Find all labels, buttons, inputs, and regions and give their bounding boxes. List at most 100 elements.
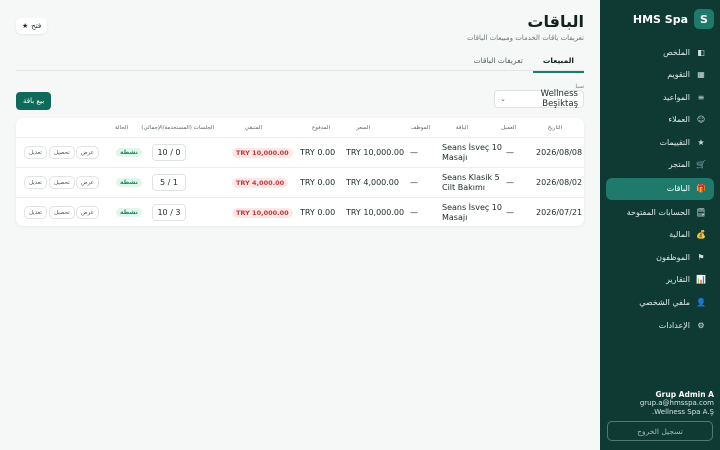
row-date: 2026/08/08 bbox=[536, 148, 583, 157]
sidebar-item-open-accounts[interactable]: 🗒 الحسابات المفتوحة bbox=[606, 202, 714, 222]
main-content: ★ فتح الباقات تعريفات باقات الخدمات ومبي… bbox=[0, 0, 600, 450]
sell-package-button[interactable]: بيع باقة bbox=[16, 92, 52, 110]
sessions-stepper[interactable]: 10 / 0 bbox=[152, 144, 186, 161]
sales-table: التاريخ العميل الباقة الموظف السعر المدف… bbox=[16, 118, 584, 226]
row-customer: — bbox=[506, 178, 514, 187]
row-package: Seans İsveç 10 Masajı bbox=[442, 143, 502, 163]
sidebar: S HMS Spa ◧ الملخص ▦ التقويم ≡ المواعيد ☺ ال… bbox=[600, 0, 720, 450]
row-date: 2026/07/21 bbox=[536, 208, 583, 217]
sidebar-item-label: التقارير bbox=[665, 275, 690, 285]
sidebar-item-overview[interactable]: ◧ الملخص bbox=[606, 42, 714, 62]
sidebar-item-label: المتجر bbox=[668, 160, 690, 170]
row-paid: TRY 0.00 bbox=[300, 208, 336, 217]
row-price: TRY 10,000.00 bbox=[346, 148, 405, 157]
sidebar-item-profile[interactable]: 👤 ملفي الشخصي bbox=[606, 293, 714, 313]
row-remaining-badge: TRY 10,000.00 bbox=[232, 148, 293, 158]
logout-button[interactable]: تسجيل الخروج bbox=[607, 421, 713, 441]
branch-select-value: Wellness Beşiktaş bbox=[540, 89, 578, 109]
user-company: Wellness Spa A.Ş. bbox=[652, 408, 714, 416]
row-staff: — bbox=[410, 148, 418, 157]
collect-button[interactable]: تحصيل bbox=[49, 146, 75, 159]
table-row: 2026/08/02 — Seans Klasik 5 Cilt Bakımı … bbox=[16, 167, 584, 197]
header-price: السعر bbox=[356, 125, 370, 131]
sidebar-item-reviews[interactable]: ★ التقييمات bbox=[606, 132, 714, 152]
header-paid: المدفوع bbox=[311, 125, 330, 131]
edit-button[interactable]: تعديل bbox=[24, 176, 47, 189]
status-badge: نشطة bbox=[116, 208, 142, 217]
user-name: Grup Admin A bbox=[655, 390, 715, 399]
money-bag-icon: 💰 bbox=[696, 230, 706, 240]
header-staff: الموظف bbox=[410, 125, 430, 131]
branch-select[interactable]: Wellness Beşiktaş ⌄ bbox=[494, 89, 584, 109]
user-info: Grup Admin A grup.a@hmsspa.com Wellness … bbox=[606, 390, 714, 417]
page-title: الباقات bbox=[527, 12, 584, 31]
header-package: الباقة bbox=[455, 125, 468, 131]
row-staff: — bbox=[410, 208, 418, 217]
row-price: TRY 4,000.00 bbox=[346, 178, 399, 187]
sidebar-item-label: المالية bbox=[669, 230, 690, 240]
sidebar-item-label: الموظفون bbox=[656, 252, 690, 262]
chevron-down-icon: ⌄ bbox=[500, 95, 506, 103]
view-button[interactable]: عرض bbox=[76, 206, 99, 219]
sidebar-item-packages[interactable]: 🎁 الباقات bbox=[606, 177, 714, 200]
sidebar-item-label: المواعيد bbox=[662, 92, 690, 102]
row-package-line2: Cilt Bakımı bbox=[442, 183, 485, 192]
collect-button[interactable]: تحصيل bbox=[49, 206, 75, 219]
row-package-line1: Seans İsveç 10 bbox=[442, 143, 502, 152]
sidebar-item-label: الإعدادات bbox=[658, 320, 690, 330]
sidebar-item-label: ملفي الشخصي bbox=[639, 298, 690, 308]
row-paid: TRY 0.00 bbox=[300, 148, 336, 157]
status-badge: نشطة bbox=[116, 148, 142, 157]
gear-icon: ⚙ bbox=[697, 320, 705, 330]
star-icon: ★ bbox=[697, 137, 705, 147]
sidebar-item-label: العملاء bbox=[668, 115, 690, 125]
open-button-label: فتح bbox=[31, 22, 42, 30]
sidebar-item-store[interactable]: 🛒 المتجر bbox=[606, 155, 714, 175]
header-status: الحالة bbox=[114, 125, 128, 131]
sidebar-item-calendar[interactable]: ▦ التقويم bbox=[606, 65, 714, 85]
collect-button[interactable]: تحصيل bbox=[49, 176, 75, 189]
row-package: Seans Klasik 5 Cilt Bakımı bbox=[442, 173, 500, 193]
tabs-divider bbox=[16, 70, 584, 71]
brand: S HMS Spa bbox=[600, 0, 720, 38]
sidebar-item-customers[interactable]: ☺ العملاء bbox=[606, 110, 714, 130]
sidebar-item-label: الحسابات المفتوحة bbox=[626, 207, 690, 217]
view-button[interactable]: عرض bbox=[76, 146, 99, 159]
page-subtitle: تعريفات باقات الخدمات ومبيعات الباقات bbox=[466, 34, 584, 42]
user-circle-icon: ☺ bbox=[696, 115, 706, 125]
row-package-line2: Masajı bbox=[442, 153, 468, 162]
dashboard-icon: ◧ bbox=[697, 47, 705, 57]
row-remaining-badge: TRY 10,000.00 bbox=[232, 208, 293, 218]
sidebar-item-label: التقييمات bbox=[659, 137, 690, 147]
status-badge: نشطة bbox=[116, 178, 142, 187]
header-sessions: الجلسات (المستخدمة/الإجمالي) bbox=[141, 125, 214, 131]
sessions-stepper[interactable]: 10 / 3 bbox=[152, 204, 186, 221]
header-date: التاريخ bbox=[547, 125, 562, 131]
table-row: 2026/08/08 — Seans İsveç 10 Masajı — TRY… bbox=[16, 137, 584, 167]
edit-button[interactable]: تعديل bbox=[24, 206, 47, 219]
sidebar-item-reports[interactable]: 📊 التقارير bbox=[606, 270, 714, 290]
star-icon: ★ bbox=[22, 22, 29, 30]
user-email: grup.a@hmsspa.com bbox=[639, 399, 714, 407]
row-package-line1: Seans İsveç 10 bbox=[442, 203, 502, 212]
person-icon: 👤 bbox=[696, 298, 706, 308]
sidebar-item-settings[interactable]: ⚙ الإعدادات bbox=[606, 315, 714, 335]
notepad-icon: 🗒 bbox=[695, 207, 706, 217]
table-row: 2026/07/21 — Seans İsveç 10 Masajı — TRY… bbox=[16, 197, 584, 227]
row-customer: — bbox=[506, 148, 514, 157]
edit-button[interactable]: تعديل bbox=[24, 146, 47, 159]
sidebar-item-label: الباقات bbox=[666, 184, 690, 194]
gift-icon: 🎁 bbox=[696, 184, 706, 194]
open-button[interactable]: ★ فتح bbox=[16, 18, 48, 34]
brand-logo: S bbox=[694, 9, 714, 29]
bar-chart-icon: 📊 bbox=[696, 275, 706, 285]
sidebar-item-finance[interactable]: 💰 المالية bbox=[606, 225, 714, 245]
calendar-icon: ▦ bbox=[697, 70, 705, 80]
sidebar-item-staff[interactable]: ⚑ الموظفون bbox=[606, 247, 714, 267]
row-package: Seans İsveç 10 Masajı bbox=[442, 203, 502, 223]
cart-icon: 🛒 bbox=[696, 160, 706, 170]
row-paid: TRY 0.00 bbox=[300, 178, 336, 187]
sessions-stepper[interactable]: 5 / 1 bbox=[152, 174, 186, 191]
sidebar-item-appointments[interactable]: ≡ المواعيد bbox=[606, 87, 714, 107]
view-button[interactable]: عرض bbox=[76, 176, 99, 189]
